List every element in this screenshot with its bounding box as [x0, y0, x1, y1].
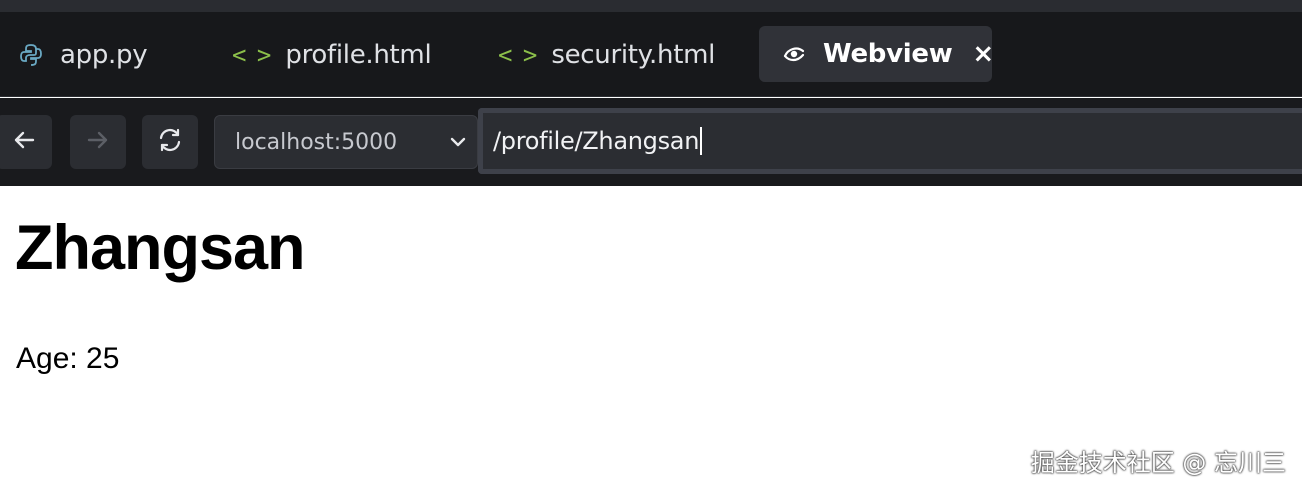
host-value: localhost:5000	[235, 129, 398, 155]
back-button[interactable]	[0, 115, 52, 169]
close-icon[interactable]: ×	[972, 41, 994, 67]
text-caret	[700, 127, 703, 155]
tab-security-html[interactable]: < > security.html	[498, 12, 715, 97]
url-path-text: /profile/Zhangsan	[493, 127, 700, 155]
tab-profile-html[interactable]: < > profile.html	[232, 12, 432, 97]
tab-label: security.html	[551, 39, 716, 70]
tab-label: profile.html	[285, 39, 432, 70]
arrow-right-icon	[85, 129, 111, 156]
webview-nav-bar: localhost:5000 /profile/Zhangsan	[0, 98, 1302, 186]
forward-button[interactable]	[70, 115, 126, 169]
python-icon	[18, 42, 44, 68]
tab-webview[interactable]: Webview ×	[759, 26, 994, 82]
host-select[interactable]: localhost:5000	[214, 115, 478, 169]
chevron-down-icon	[447, 131, 469, 159]
age-text: Age: 25	[16, 342, 120, 375]
reload-icon	[156, 126, 184, 159]
url-input[interactable]: /profile/Zhangsan	[493, 119, 1293, 163]
reload-button[interactable]	[142, 115, 198, 169]
webview-page: Zhangsan Age: 25 掘金技术社区 @ 忘川三	[0, 186, 1302, 494]
tab-app-py[interactable]: app.py	[18, 12, 148, 97]
tab-label: Webview	[823, 39, 953, 69]
watermark: 掘金技术社区 @ 忘川三	[1030, 449, 1286, 477]
page-title: Zhangsan	[15, 213, 306, 283]
code-icon: < >	[498, 40, 537, 69]
tab-label: app.py	[60, 39, 148, 70]
editor-tab-bar: app.py < > profile.html < > security.htm…	[0, 12, 1302, 97]
url-field[interactable]: /profile/Zhangsan	[478, 108, 1302, 174]
webview-eye-icon	[781, 41, 807, 67]
code-icon: < >	[232, 40, 271, 69]
window-top-strip	[0, 0, 1302, 12]
arrow-left-icon	[11, 129, 37, 156]
